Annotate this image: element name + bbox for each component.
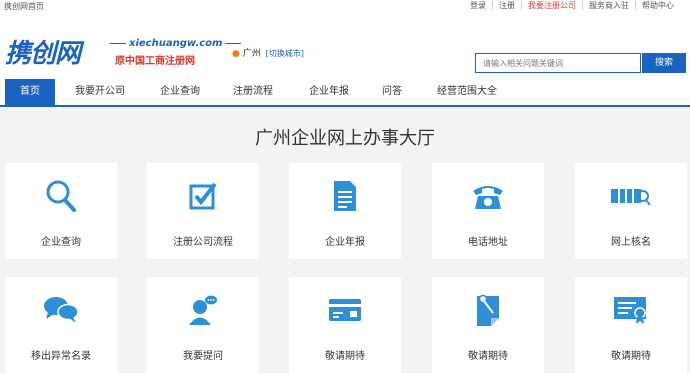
card-label: 企业查询 — [41, 237, 81, 248]
service-card-name-check[interactable]: 网上核名 — [575, 163, 687, 259]
service-card-coming-soon-2[interactable]: 敬请期待 — [432, 277, 544, 373]
person-question-icon — [147, 293, 259, 327]
card-label: 电话地址 — [468, 237, 508, 248]
telephone-icon — [432, 179, 544, 213]
search-icon — [5, 179, 117, 213]
search-input[interactable]: 请输入相关问题关键词 — [475, 53, 641, 73]
service-card-registration-process[interactable]: 注册公司流程 — [147, 163, 259, 259]
name-check-icon — [575, 179, 687, 213]
home-link[interactable]: 携创网首页 — [4, 1, 44, 12]
certificate-icon — [575, 293, 687, 327]
card-label: 敬请期待 — [468, 351, 508, 362]
nav-business-scope[interactable]: 经营范围大全 — [437, 79, 497, 105]
nav-qa[interactable]: 问答 — [382, 79, 402, 105]
top-links: 登录 注册 我要注册公司 服务商入驻 帮助中心 — [464, 1, 680, 10]
nav-home[interactable]: 首页 — [5, 79, 55, 105]
service-card-coming-soon-3[interactable]: 敬请期待 — [575, 277, 687, 373]
site-tagline: 原中国工商注册网 — [115, 56, 195, 67]
page-title: 广州企业网上办事大厅 — [255, 128, 435, 149]
card-label: 我要提问 — [183, 351, 223, 362]
card-label: 注册公司流程 — [173, 237, 233, 248]
help-center-link[interactable]: 帮助中心 — [635, 1, 680, 10]
provider-join-link[interactable]: 服务商入驻 — [582, 1, 635, 10]
current-city: 广州 — [242, 49, 261, 59]
search-button[interactable]: 搜索 — [642, 53, 686, 73]
service-card-phone-address[interactable]: 电话地址 — [432, 163, 544, 259]
nav-open-company[interactable]: 我要开公司 — [75, 79, 125, 105]
city-selector: ● 广州 [切换城市] — [232, 46, 304, 59]
card-label: 企业年报 — [325, 237, 365, 248]
top-bar: 携创网首页 登录 注册 我要注册公司 服务商入驻 帮助中心 — [0, 0, 690, 13]
site-logo[interactable]: 携创网 — [5, 33, 81, 70]
nav-company-query[interactable]: 企业查询 — [160, 79, 200, 105]
card-label: 网上核名 — [611, 237, 651, 248]
card-label: 敬请期待 — [325, 351, 365, 362]
register-company-link[interactable]: 我要注册公司 — [521, 1, 582, 10]
main-nav: 首页 我要开公司 企业查询 注册流程 企业年报 问答 经营范围大全 — [0, 79, 690, 107]
chat-bubbles-icon — [5, 293, 117, 327]
checkbox-icon — [147, 179, 259, 213]
nav-registration-process[interactable]: 注册流程 — [233, 79, 273, 105]
document-icon — [289, 179, 401, 213]
service-card-ask-question[interactable]: 我要提问 — [147, 277, 259, 373]
header: 携创网 xiechuangw.com 原中国工商注册网 ● 广州 [切换城市] … — [0, 13, 690, 79]
nav-annual-report[interactable]: 企业年报 — [309, 79, 349, 105]
card-icon — [289, 293, 401, 327]
login-link[interactable]: 登录 — [464, 1, 492, 10]
service-card-remove-abnormal[interactable]: 移出异常名录 — [5, 277, 117, 373]
service-card-coming-soon-1[interactable]: 敬请期待 — [289, 277, 401, 373]
switch-city-link[interactable]: [切换城市] — [266, 49, 304, 58]
register-link[interactable]: 注册 — [492, 1, 521, 10]
card-label: 移出异常名录 — [31, 351, 91, 362]
service-card-annual-report[interactable]: 企业年报 — [289, 163, 401, 259]
site-url: xiechuangw.com — [110, 38, 241, 49]
note-icon — [432, 293, 544, 327]
card-label: 敬请期待 — [611, 351, 651, 362]
service-card-company-query[interactable]: 企业查询 — [5, 163, 117, 259]
location-pin-icon: ● — [232, 49, 240, 59]
